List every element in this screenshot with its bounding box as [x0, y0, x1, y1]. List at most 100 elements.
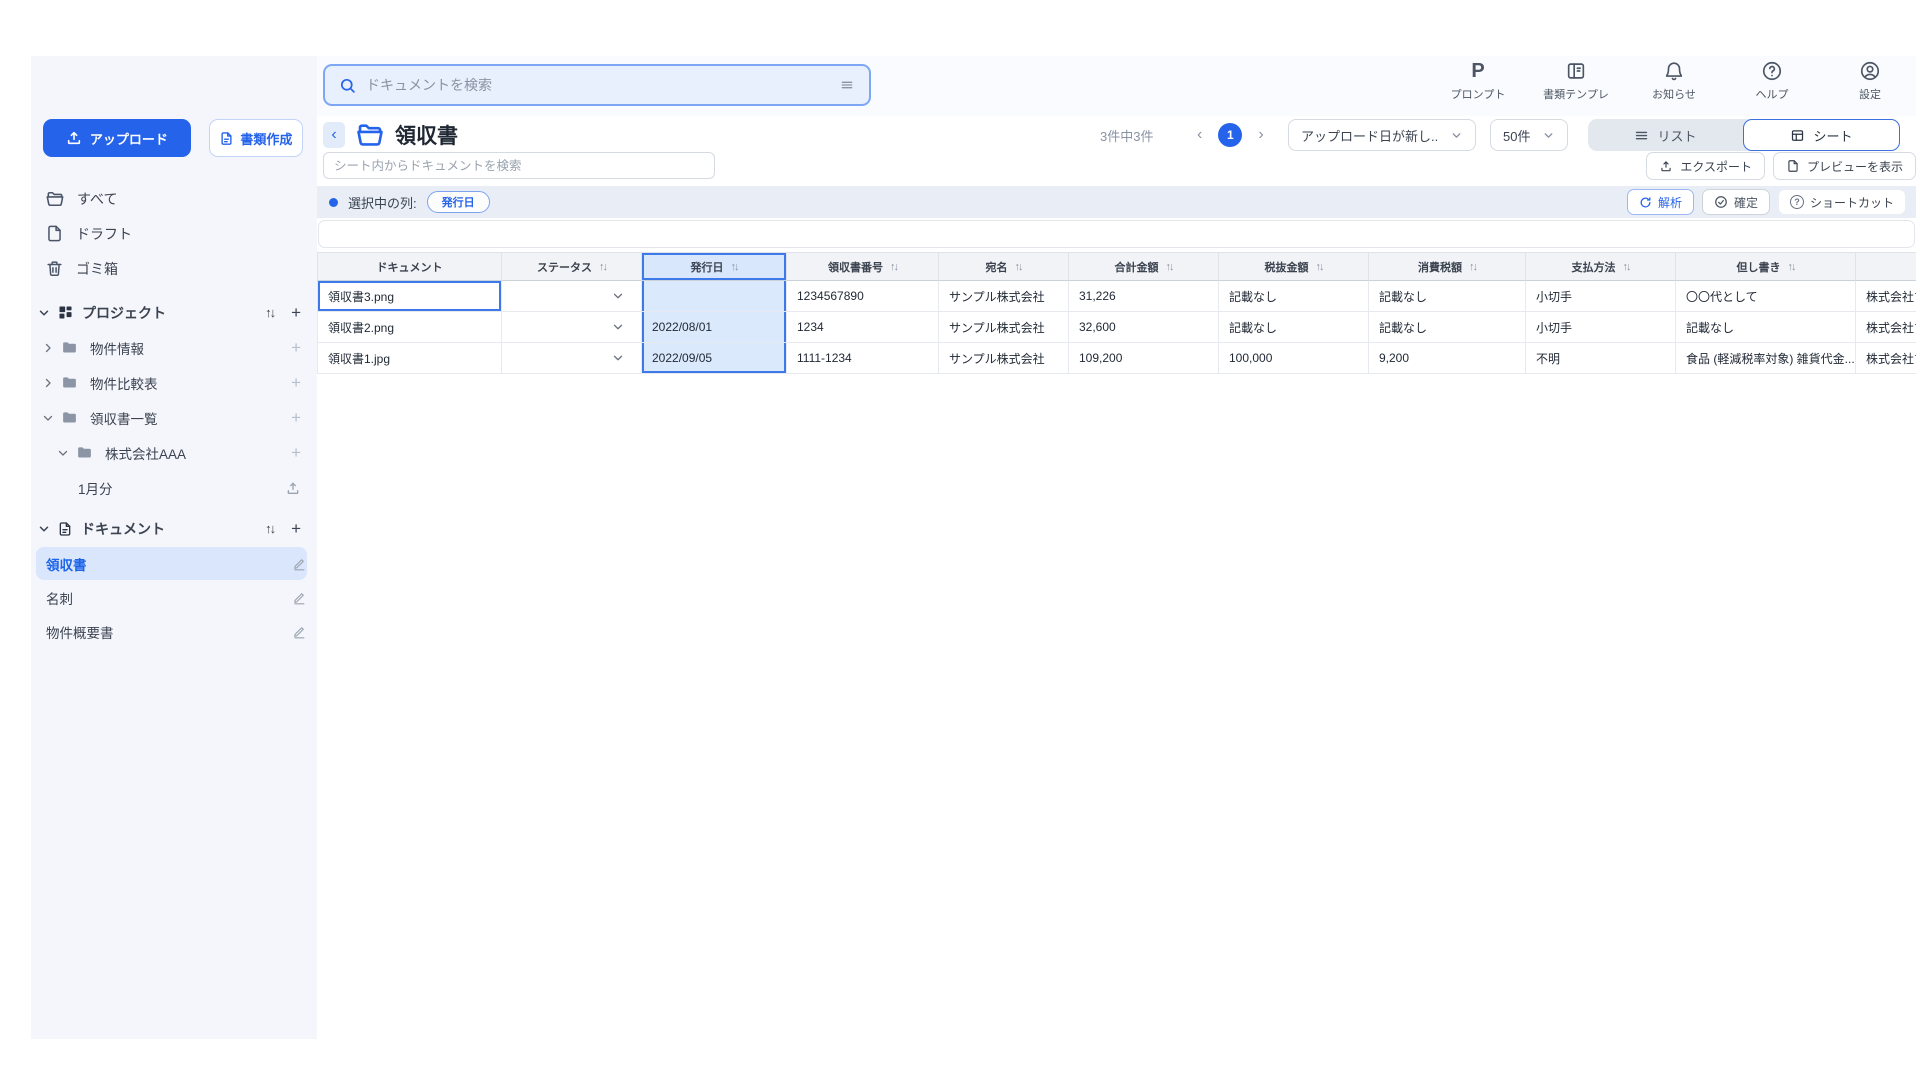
export-button[interactable]: エクスポート: [1646, 152, 1765, 180]
column-header-payment[interactable]: 支払方法↑↓: [1526, 252, 1676, 281]
formula-bar[interactable]: [318, 220, 1915, 248]
cell-total[interactable]: 31,226: [1069, 281, 1219, 312]
sort-dropdown[interactable]: アップロード日が新し..: [1288, 119, 1476, 151]
view-list-button[interactable]: リスト: [1588, 119, 1743, 151]
folder-add-icon[interactable]: +: [291, 409, 301, 426]
sidebar-item-all[interactable]: すべて: [31, 181, 317, 216]
cell-tax-excluded[interactable]: 100,000: [1219, 343, 1369, 374]
cell-issuer[interactable]: 株式会社マネー: [1856, 343, 1916, 374]
cell-tax[interactable]: 記載なし: [1369, 312, 1526, 343]
cell-payment[interactable]: 不明: [1526, 343, 1676, 374]
edit-pencil-icon[interactable]: [292, 590, 307, 605]
sort-icon[interactable]: ↑↓: [1788, 261, 1795, 273]
cell-tax-excluded[interactable]: 記載なし: [1219, 281, 1369, 312]
upload-button[interactable]: アップロード: [43, 119, 191, 157]
view-sheet-button[interactable]: シート: [1743, 119, 1900, 151]
notifications-button[interactable]: お知らせ: [1638, 60, 1710, 102]
sidebar-folder-kabushiki-aaa[interactable]: 株式会社AAA +: [31, 435, 317, 470]
chevron-down-icon[interactable]: [57, 447, 69, 459]
sidebar-sheet-ryoshusho[interactable]: 領収書: [36, 547, 307, 580]
chevron-down-icon[interactable]: [42, 412, 54, 424]
sidebar-section-projects[interactable]: プロジェクト ↑↓ +: [31, 295, 317, 330]
cell-tax[interactable]: 記載なし: [1369, 281, 1526, 312]
global-search-input[interactable]: [366, 77, 829, 93]
cell-document[interactable]: 領収書2.png: [317, 312, 502, 343]
page-size-dropdown[interactable]: 50件: [1490, 119, 1568, 151]
cell-tax[interactable]: 9,200: [1369, 343, 1526, 374]
cell-payment[interactable]: 小切手: [1526, 281, 1676, 312]
cell-receipt-no[interactable]: 1234567890: [787, 281, 939, 312]
cell-payment[interactable]: 小切手: [1526, 312, 1676, 343]
cell-issuer[interactable]: 株式会社マネー: [1856, 281, 1916, 312]
sort-icon[interactable]: ↑↓: [1469, 261, 1476, 273]
folder-add-icon[interactable]: +: [291, 374, 301, 391]
cell-addressee[interactable]: サンプル株式会社: [939, 281, 1069, 312]
cell-issuer[interactable]: 株式会社マネー: [1856, 312, 1916, 343]
cell-status[interactable]: [502, 343, 642, 374]
column-header-addressee[interactable]: 宛名↑↓: [939, 252, 1069, 281]
chevron-down-icon[interactable]: [611, 289, 625, 303]
cell-total[interactable]: 109,200: [1069, 343, 1219, 374]
chevron-right-icon[interactable]: [42, 377, 54, 389]
help-button[interactable]: ヘルプ: [1736, 60, 1808, 102]
cell-issue-date[interactable]: [642, 281, 787, 312]
settings-button[interactable]: 設定: [1834, 60, 1906, 102]
selected-column-pill[interactable]: 発行日: [427, 191, 490, 213]
cell-receipt-no[interactable]: 1234: [787, 312, 939, 343]
create-document-button[interactable]: 書類作成: [209, 119, 303, 157]
sidebar-sheet-bukken-gaiyosho[interactable]: 物件概要書: [36, 615, 307, 648]
shortcut-button[interactable]: ? ショートカット: [1778, 189, 1906, 215]
sidebar-folder-bukken-hikaku[interactable]: 物件比較表 +: [31, 365, 317, 400]
confirm-button[interactable]: 確定: [1702, 189, 1770, 215]
chevron-down-icon[interactable]: [611, 320, 625, 334]
sort-icon[interactable]: ↑↓: [1316, 261, 1323, 273]
cell-document[interactable]: 領収書3.png: [317, 281, 502, 312]
column-header-receipt-no[interactable]: 領収書番号↑↓: [787, 252, 939, 281]
sidebar-item-draft[interactable]: ドラフト: [31, 216, 317, 251]
export-tray-icon[interactable]: [285, 480, 301, 496]
sidebar-item-trash[interactable]: ゴミ箱: [31, 251, 317, 286]
show-preview-button[interactable]: プレビューを表示: [1773, 152, 1916, 180]
documents-sort-icon[interactable]: ↑↓: [265, 521, 274, 536]
cell-status[interactable]: [502, 281, 642, 312]
analyze-button[interactable]: 解析: [1627, 189, 1694, 215]
documents-add-icon[interactable]: +: [291, 520, 301, 537]
sidebar-sheet-meishi[interactable]: 名刺: [36, 581, 307, 614]
column-header-tax-excluded[interactable]: 税抜金額↑↓: [1219, 252, 1369, 281]
edit-pencil-icon[interactable]: [292, 556, 307, 571]
projects-add-icon[interactable]: +: [291, 304, 301, 321]
chevron-down-icon[interactable]: [37, 306, 51, 320]
column-header-note[interactable]: 但し書き↑↓: [1676, 252, 1856, 281]
sort-icon[interactable]: ↑↓: [1166, 261, 1173, 273]
cell-total[interactable]: 32,600: [1069, 312, 1219, 343]
sort-icon[interactable]: ↑↓: [731, 261, 738, 273]
cell-receipt-no[interactable]: 1111-1234: [787, 343, 939, 374]
current-page[interactable]: 1: [1218, 123, 1242, 147]
cell-issue-date[interactable]: 2022/09/05: [642, 343, 787, 374]
sidebar-folder-bukken-joho[interactable]: 物件情報 +: [31, 330, 317, 365]
prev-page-icon[interactable]: ‹: [1197, 126, 1202, 144]
sheet-search-input[interactable]: [323, 152, 715, 179]
folder-add-icon[interactable]: +: [291, 339, 301, 356]
global-search[interactable]: [323, 64, 871, 106]
cell-note[interactable]: 〇〇代として: [1676, 281, 1856, 312]
column-header-total[interactable]: 合計金額↑↓: [1069, 252, 1219, 281]
cell-addressee[interactable]: サンプル株式会社: [939, 312, 1069, 343]
cell-addressee[interactable]: サンプル株式会社: [939, 343, 1069, 374]
edit-pencil-icon[interactable]: [292, 624, 307, 639]
sidebar-folder-ryoshusho-ichiran[interactable]: 領収書一覧 +: [31, 400, 317, 435]
cell-tax-excluded[interactable]: 記載なし: [1219, 312, 1369, 343]
cell-note[interactable]: 記載なし: [1676, 312, 1856, 343]
cell-document[interactable]: 領収書1.jpg: [317, 343, 502, 374]
chevron-down-icon[interactable]: [611, 351, 625, 365]
next-page-icon[interactable]: ›: [1258, 126, 1263, 144]
column-header-document[interactable]: ドキュメント: [317, 252, 502, 281]
search-filter-icon[interactable]: [839, 77, 855, 93]
back-button[interactable]: ‹: [323, 122, 345, 148]
projects-sort-icon[interactable]: ↑↓: [265, 305, 274, 320]
cell-note[interactable]: 食品 (軽減税率対象) 雑貨代金...: [1676, 343, 1856, 374]
cell-issue-date[interactable]: 2022/08/01: [642, 312, 787, 343]
column-header-status[interactable]: ステータス↑↓: [502, 252, 642, 281]
chevron-down-icon[interactable]: [37, 522, 51, 536]
sort-icon[interactable]: ↑↓: [890, 261, 897, 273]
